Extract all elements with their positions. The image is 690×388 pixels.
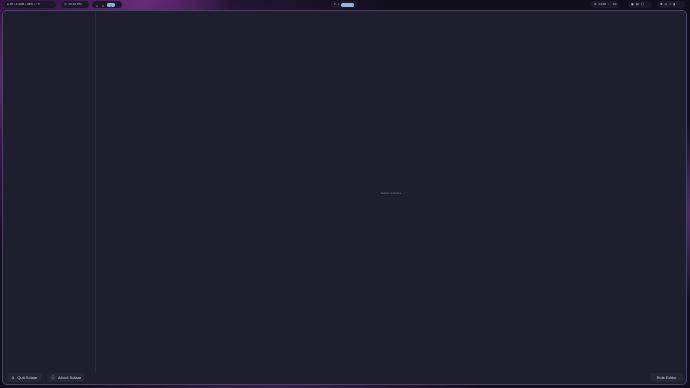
notes-icon[interactable]: ▤	[636, 1, 639, 8]
rule-editor-button[interactable]: Rule Editor	[650, 373, 683, 382]
system-top-bar: ● 25 • 4.4GB • 48% • ↑ 5 ◷ 02:16 PM 1 2 …	[0, 0, 690, 9]
screenshot-icon[interactable]: ▣	[631, 1, 634, 8]
quit-button-label: Quit Solaar	[17, 375, 38, 380]
clock-icon: ◷	[64, 2, 67, 6]
clock: 02:16 PM	[68, 2, 82, 6]
tray-time: 14:08	[598, 2, 607, 6]
quick-settings-pill[interactable]: ▣ ▤ ◯	[628, 1, 652, 8]
select-device-placeholder: Select a device	[381, 191, 402, 195]
device-list-sidebar[interactable]	[3, 11, 96, 372]
clock-pill[interactable]: ◷ 02:16 PM	[61, 1, 89, 8]
volume-icon: ♩	[608, 2, 612, 6]
rule-editor-button-label: Rule Editor	[656, 375, 677, 380]
music-icon: ♪	[337, 2, 340, 6]
network-icon[interactable]: ◎	[665, 1, 668, 8]
tray-volume: 60	[613, 2, 617, 6]
workspace-2[interactable]: 2	[101, 3, 105, 8]
system-stats-pill[interactable]: ● 25 • 4.4GB • 48% • ↑ 5	[4, 1, 56, 8]
info-icon: ⓘ	[51, 374, 55, 380]
battery-icon[interactable]: ▮	[673, 1, 675, 8]
power-icon[interactable]: ◯	[641, 1, 644, 8]
media-pill[interactable]: ♥ ♪	[331, 1, 358, 8]
media-badge	[341, 2, 355, 7]
workspace-3-active[interactable]: 3	[107, 2, 115, 8]
workspace-switcher[interactable]: 1 2 3	[92, 1, 122, 8]
workspace-1[interactable]: 1	[95, 3, 99, 8]
speaker-icon[interactable]: ♫	[669, 1, 671, 8]
about-button[interactable]: ⓘ About Solaar	[47, 373, 84, 382]
heart-icon: ♥	[334, 2, 336, 6]
bluetooth-icon[interactable]: ✱	[660, 1, 663, 8]
solaar-window: Select a device ➲ Quit Solaar ⓘ About So…	[2, 10, 687, 385]
wifi-icon: ≋	[594, 2, 597, 6]
exit-icon: ➲	[11, 374, 15, 380]
system-stats: ● 25 • 4.4GB • 48% • ↑ 5	[7, 2, 40, 6]
status-icons-pill[interactable]: ✱ ◎ ♫ ▮	[657, 1, 685, 8]
tray-pill[interactable]: ≋ 14:08 ♩ 60	[591, 1, 619, 8]
quit-button[interactable]: ➲ Quit Solaar	[7, 373, 42, 382]
about-button-label: About Solaar	[58, 375, 82, 380]
